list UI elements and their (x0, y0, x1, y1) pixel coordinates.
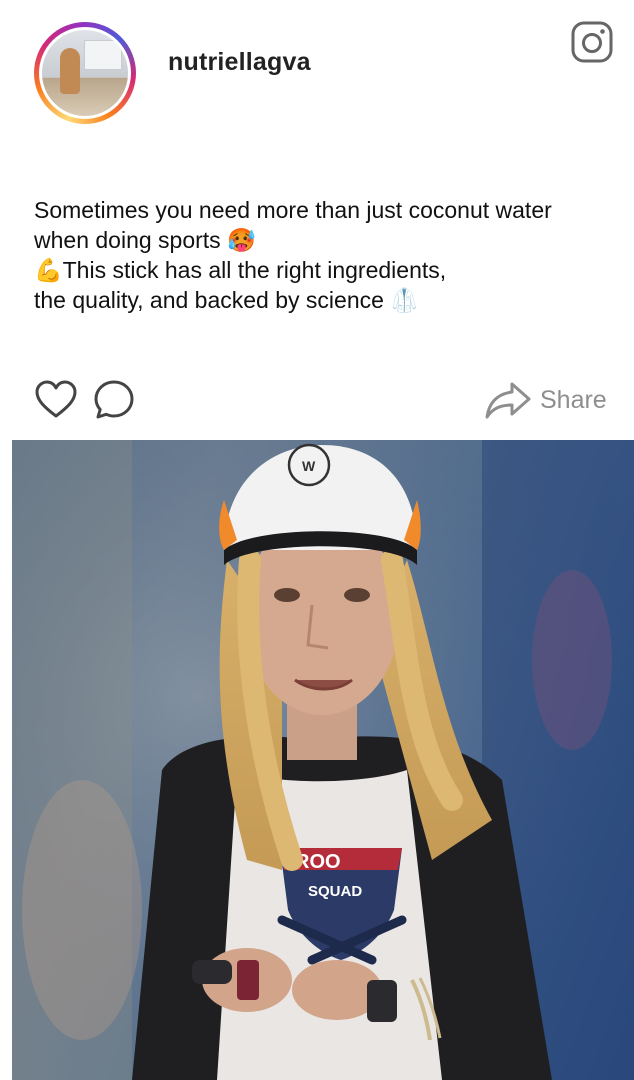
heart-icon[interactable] (34, 378, 78, 422)
instagram-post: nutriellagva Sometimes you need more tha… (0, 0, 634, 1080)
photo-illustration: ROO SQUAD W (12, 440, 634, 1080)
caption-line: the quality, and backed by science 🥼 (34, 287, 419, 313)
avatar[interactable] (34, 22, 136, 124)
avatar-image (39, 27, 131, 119)
share-label: Share (540, 385, 607, 414)
caption-line: Sometimes you need more than just coconu… (34, 197, 552, 223)
avatar-whiteboard (84, 40, 122, 70)
shirt-text-bottom: SQUAD (308, 883, 362, 900)
post-photo[interactable]: ROO SQUAD W (12, 440, 634, 1080)
post-header: nutriellagva (0, 0, 634, 140)
caption-line: 💪This stick has all the right ingredient… (34, 257, 447, 283)
cap-logo-text: W (302, 458, 316, 474)
action-bar: Share (0, 372, 634, 426)
comment-icon[interactable] (92, 378, 136, 422)
avatar-person (60, 48, 80, 94)
post-caption: Sometimes you need more than just coconu… (34, 195, 624, 315)
instagram-icon[interactable] (570, 20, 614, 64)
share-button[interactable]: Share (484, 378, 607, 422)
username[interactable]: nutriellagva (168, 48, 311, 77)
caption-line: when doing sports 🥵 (34, 227, 256, 253)
share-arrow-icon (485, 382, 531, 419)
